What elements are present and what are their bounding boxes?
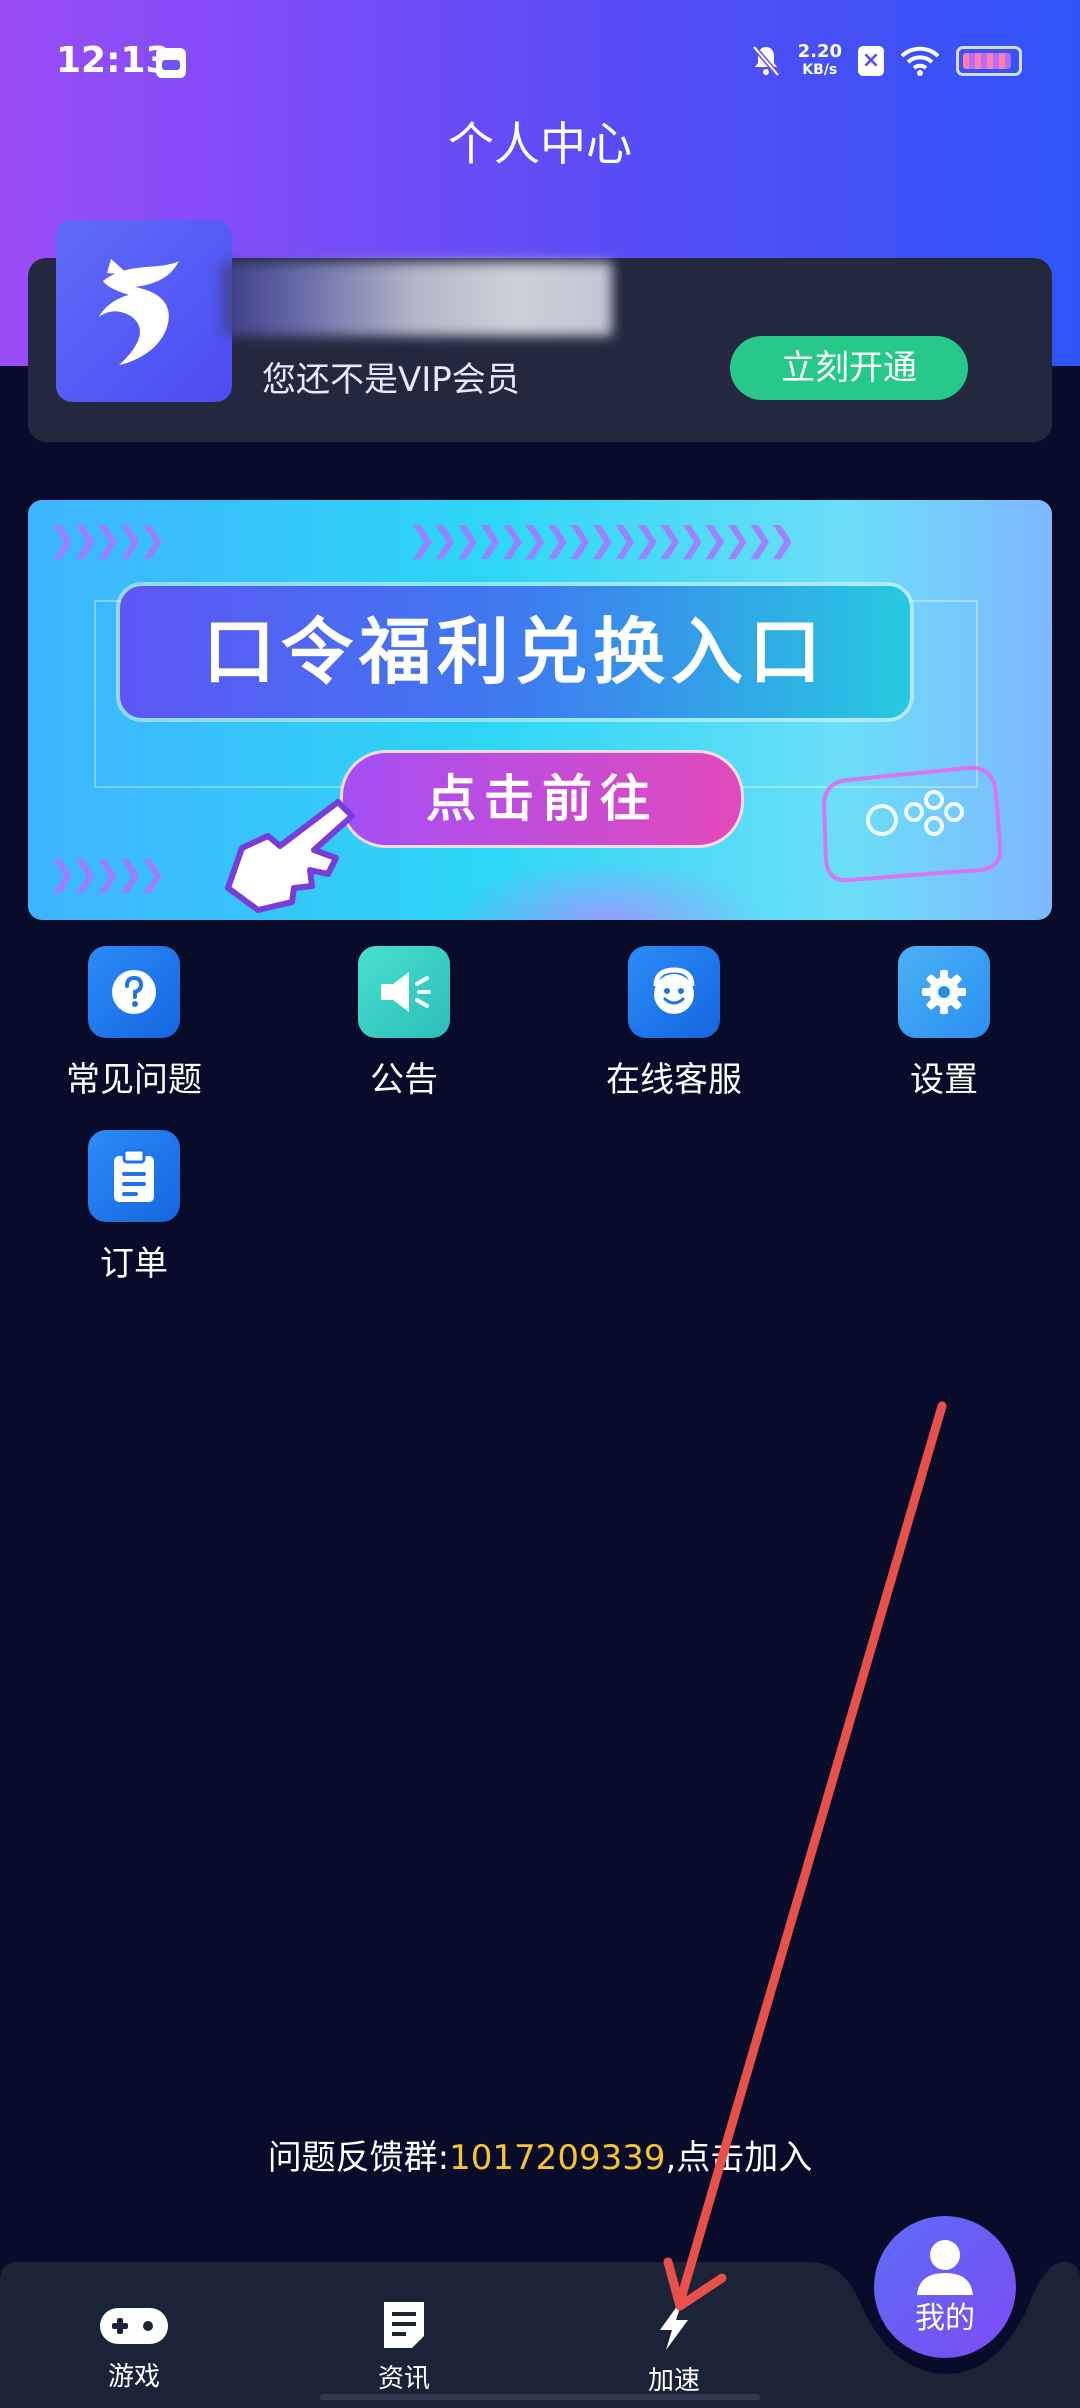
network-speed-value: 2.20 (797, 41, 842, 62)
feedback-suffix: ,点击加入 (665, 2138, 813, 2178)
battery-icon (956, 46, 1022, 76)
feedback-group-number: 1017209339 (449, 2138, 666, 2178)
menu-label: 在线客服 (606, 1060, 742, 1100)
tab-label: 资讯 (377, 2364, 430, 2394)
status-bar: 12:13 2.20 KB/s × (0, 0, 1080, 120)
username-redacted (222, 262, 612, 336)
tab-games[interactable]: 游戏 (54, 2304, 214, 2393)
vip-status-text: 您还不是VIP会员 (262, 360, 520, 400)
network-speed-unit: KB/s (802, 62, 838, 78)
tab-label: 加速 (647, 2366, 700, 2396)
banner-title: 口令福利兑换入口 (202, 610, 827, 694)
page-title: 个人中心 (448, 117, 632, 171)
menu-item-orders[interactable]: 订单 (34, 1130, 234, 1285)
menu-label: 设置 (910, 1060, 978, 1100)
megaphone-icon (381, 972, 431, 1012)
redeem-code-banner[interactable]: ❯❯❯❯❯ ❯❯❯❯❯❯❯❯❯❯❯❯❯❯❯❯❯ ❯❯❯❯❯ 口令福利兑换入口 点… (28, 500, 1052, 920)
news-icon (384, 2302, 424, 2348)
status-time: 12:13 (56, 40, 171, 81)
menu-label: 公告 (370, 1060, 438, 1100)
gamepad-decoration-icon (821, 765, 1003, 883)
menu-item-announcement[interactable]: 公告 (304, 946, 504, 1101)
menu-icon-box (358, 946, 450, 1038)
feedback-group-link[interactable]: 问题反馈群:1017209339,点击加入 (0, 2130, 1080, 2179)
menu-icon-box (898, 946, 990, 1038)
menu-icon-box (88, 1130, 180, 1222)
pointing-hand-icon (225, 799, 355, 913)
bell-muted-icon (751, 45, 780, 77)
gamepad-icon (100, 2308, 168, 2344)
notification-app-icon (156, 48, 186, 78)
menu-item-customer-service[interactable]: 在线客服 (574, 946, 774, 1101)
tab-label: 我的 (915, 2301, 975, 2336)
home-indicator (320, 2394, 760, 2400)
no-sim-icon: × (858, 46, 884, 76)
banner-chevrons-right: ❯❯❯❯❯❯❯❯❯❯❯❯❯❯❯❯❯ (408, 520, 796, 560)
banner-cta-button[interactable]: 点击前往 (340, 750, 744, 848)
clipboard-icon (114, 1148, 154, 1202)
tab-label: 游戏 (107, 2362, 160, 2392)
app-logo-icon (99, 259, 179, 365)
lightning-icon (660, 2302, 688, 2350)
banner-chevrons-left: ❯❯❯❯❯ (48, 520, 166, 560)
banner-chevrons-bottom: ❯❯❯❯❯ (48, 854, 166, 894)
menu-icon-box (628, 946, 720, 1038)
network-speed: 2.20 KB/s (798, 42, 842, 80)
open-vip-button[interactable]: 立刻开通 (730, 336, 968, 400)
user-icon (917, 2240, 973, 2295)
gear-icon (922, 970, 966, 1014)
banner-glow (448, 860, 768, 920)
avatar[interactable] (56, 220, 232, 402)
status-right-group: 2.20 KB/s × (750, 42, 1022, 80)
menu-icon-box (88, 946, 180, 1038)
tab-accelerate[interactable]: 加速 (594, 2300, 754, 2397)
question-icon (112, 970, 156, 1014)
menu-item-faq[interactable]: 常见问题 (34, 946, 234, 1101)
tab-me[interactable]: 我的 (874, 2216, 1016, 2358)
customer-service-icon (653, 967, 695, 1014)
tab-news[interactable]: 资讯 (324, 2300, 484, 2395)
menu-label: 常见问题 (66, 1060, 202, 1100)
wifi-icon (900, 46, 940, 76)
feedback-prefix: 问题反馈群: (267, 2138, 450, 2178)
menu-item-settings[interactable]: 设置 (844, 946, 1044, 1101)
menu-label: 订单 (100, 1244, 168, 1284)
